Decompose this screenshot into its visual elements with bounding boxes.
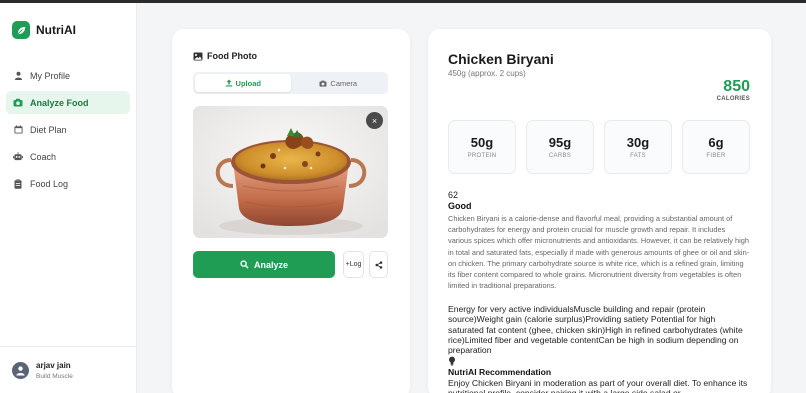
share-button[interactable] xyxy=(369,251,388,278)
log-button[interactable]: +Log xyxy=(343,251,364,278)
macro-fiber: 6g FIBER xyxy=(682,120,750,174)
tab-camera-label: Camera xyxy=(330,78,358,88)
food-name: Chicken Biryani xyxy=(448,51,554,67)
macro-label: PROTEIN xyxy=(467,153,497,159)
leaf-logo-icon xyxy=(12,21,30,39)
calories-label: CALORIES xyxy=(716,96,750,102)
clipboard-icon xyxy=(13,178,23,189)
sidebar-item-label: Diet Plan xyxy=(30,124,67,135)
analyze-button[interactable]: Analyze xyxy=(193,251,335,278)
calendar-icon xyxy=(13,125,23,135)
macro-label: FIBER xyxy=(706,153,726,159)
remove-photo-button[interactable]: × xyxy=(366,112,383,129)
biryani-photo-illustration xyxy=(193,106,388,238)
sidebar-item-label: Food Log xyxy=(30,178,69,189)
analysis-result-card: Chicken Biryani 450g (approx. 2 cups) 85… xyxy=(428,29,771,393)
food-description: Chicken Biryani is a calorie-dense and f… xyxy=(448,214,750,291)
share-icon xyxy=(374,256,383,274)
health-rating: Good xyxy=(448,201,472,211)
sidebar-item-label: Coach xyxy=(30,151,57,162)
app-name: NutriAI xyxy=(36,23,76,37)
sidebar-item-coach[interactable]: Coach xyxy=(6,145,130,168)
sidebar-item-label: Analyze Food xyxy=(30,97,89,108)
macro-summary: 50g PROTEIN 95g CARBS 30g FATS 6g FIBER xyxy=(448,120,750,174)
macro-label: FATS xyxy=(630,153,646,159)
robot-icon xyxy=(13,152,23,162)
sidebar-item-my-profile[interactable]: My Profile xyxy=(6,64,130,87)
recommendation-text: Enjoy Chicken Biryani in moderation as p… xyxy=(448,378,748,393)
benefits-and-concerns: Energy for very active individualsMuscle… xyxy=(448,304,743,356)
close-icon: × xyxy=(371,115,378,126)
tab-upload[interactable]: Upload xyxy=(195,74,291,92)
sidebar-item-analyze-food[interactable]: Analyze Food xyxy=(6,91,130,114)
recommendation-title: NutriAI Recommendation xyxy=(448,367,552,377)
user-icon xyxy=(13,71,23,81)
upload-icon xyxy=(225,79,233,87)
tab-camera[interactable]: Camera xyxy=(291,74,387,92)
sidebar-nav: My Profile Analyze Food Diet Plan Coach … xyxy=(6,64,130,199)
serving-size: 450g (approx. 2 cups) xyxy=(448,69,526,78)
calories-value: 850 xyxy=(723,78,750,95)
camera-icon xyxy=(13,98,23,108)
sidebar-item-food-log[interactable]: Food Log xyxy=(6,172,130,195)
food-photo-card: Food Photo Upload Camera × Analyze +Log xyxy=(172,29,410,393)
camera-icon xyxy=(319,80,327,87)
macro-fats: 30g FATS xyxy=(604,120,672,174)
macro-carbs: 95g CARBS xyxy=(526,120,594,174)
log-button-label: +Log xyxy=(345,261,362,268)
sidebar-item-diet-plan[interactable]: Diet Plan xyxy=(6,118,130,141)
macro-protein: 50g PROTEIN xyxy=(448,120,516,174)
brand[interactable]: NutriAI xyxy=(12,21,76,39)
tab-upload-label: Upload xyxy=(235,78,261,88)
food-photo-preview: × xyxy=(193,106,388,238)
photo-source-tabs: Upload Camera xyxy=(193,72,388,94)
user-profile[interactable]: arjav jain Build Muscle xyxy=(0,346,137,393)
sidebar-item-label: My Profile xyxy=(30,70,71,81)
analyze-button-label: Analyze xyxy=(253,259,288,270)
macro-value: 6g xyxy=(708,135,724,150)
health-score: 62 xyxy=(448,190,459,200)
search-icon xyxy=(240,260,249,269)
macro-value: 30g xyxy=(626,135,650,150)
avatar xyxy=(12,361,29,379)
food-photo-title: Food Photo xyxy=(207,51,257,61)
sidebar: NutriAI My Profile Analyze Food Diet Pla… xyxy=(0,3,137,393)
food-photo-heading: Food Photo xyxy=(193,51,257,61)
lightbulb-icon xyxy=(448,356,456,366)
image-icon xyxy=(193,52,203,61)
macro-value: 50g xyxy=(470,135,494,150)
macro-value: 95g xyxy=(548,135,572,150)
macro-label: CARBS xyxy=(548,153,572,159)
profile-name: arjav jain xyxy=(36,360,71,370)
profile-goal: Build Muscle xyxy=(36,372,73,380)
